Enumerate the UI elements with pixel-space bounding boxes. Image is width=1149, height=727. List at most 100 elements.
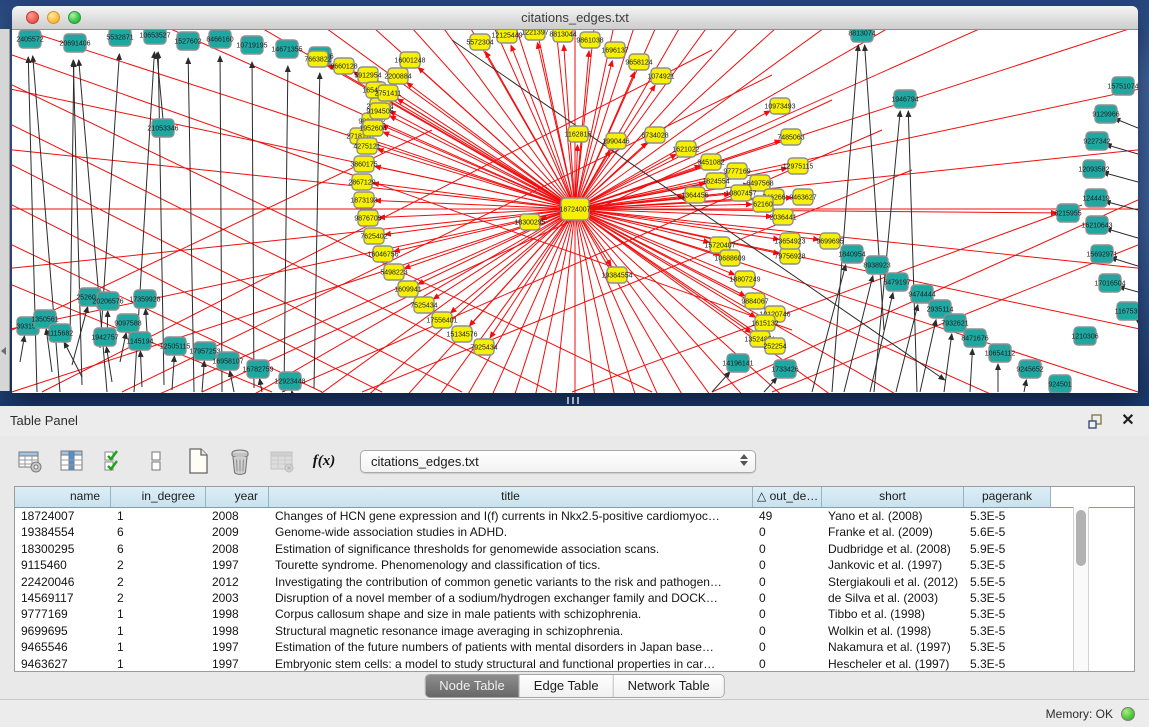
graph-node[interactable]: 252254 xyxy=(763,338,786,354)
show-column-button[interactable] xyxy=(58,446,86,476)
graph-node[interactable]: 6479197 xyxy=(883,273,910,291)
table-cell[interactable]: 5.3E-5 xyxy=(964,639,1051,655)
graph-node[interactable]: 1824554 xyxy=(702,173,729,189)
table-row[interactable]: 1938455462009Genome-wide association stu… xyxy=(15,524,1134,540)
graph-node[interactable]: 16958107 xyxy=(212,352,243,370)
graph-node[interactable]: 5572304 xyxy=(466,34,493,50)
graph-node[interactable]: 7663822 xyxy=(304,51,331,67)
table-cell[interactable]: 49 xyxy=(753,508,822,524)
graph-node[interactable]: 2036441 xyxy=(769,209,796,225)
graph-node[interactable]: 5912954 xyxy=(354,67,381,83)
graph-node[interactable]: 9884067 xyxy=(741,293,768,309)
graph-node[interactable]: 9451082 xyxy=(697,154,724,170)
graph-node[interactable]: 924501 xyxy=(1048,375,1071,393)
table-cell[interactable]: 5.5E-5 xyxy=(964,574,1051,590)
tab-network-table[interactable]: Network Table xyxy=(614,675,724,697)
graph-node[interactable]: 79756928 xyxy=(774,248,805,264)
graph-node[interactable]: 9097588 xyxy=(114,314,141,332)
graph-node[interactable]: 1145194 xyxy=(127,332,154,350)
graph-node[interactable]: 7485063 xyxy=(777,129,804,145)
graph-node[interactable]: 9245652 xyxy=(1016,360,1043,378)
graph-node[interactable]: 17016504 xyxy=(1094,274,1125,292)
table-cell[interactable]: Estimation of significance thresholds fo… xyxy=(269,541,753,557)
table-cell[interactable]: 2 xyxy=(111,574,206,590)
table-row[interactable]: 1872400712008Changes of HCN gene express… xyxy=(15,508,1134,524)
graph-node[interactable]: 1074921 xyxy=(647,68,674,84)
table-cell[interactable]: Yano et al. (2008) xyxy=(822,508,964,524)
table-cell[interactable]: 5.3E-5 xyxy=(964,623,1051,639)
graph-node[interactable]: 7525434 xyxy=(410,297,437,313)
table-cell[interactable]: Investigating the contribution of common… xyxy=(269,574,753,590)
graph-node[interactable]: 62160 xyxy=(753,196,773,212)
table-cell[interactable]: 1998 xyxy=(206,606,269,622)
table-cell[interactable]: Franke et al. (2009) xyxy=(822,524,964,540)
graph-node[interactable]: 1364456 xyxy=(681,187,708,203)
graph-node[interactable]: 1952604 xyxy=(359,120,386,136)
table-cell[interactable]: 5.9E-5 xyxy=(964,541,1051,557)
graph-node[interactable]: 16782759 xyxy=(242,360,273,378)
graph-node[interactable]: 9699695 xyxy=(816,233,843,249)
new-column-button[interactable] xyxy=(184,446,212,476)
table-cell[interactable]: 2008 xyxy=(206,508,269,524)
graph-node[interactable]: 1621022 xyxy=(672,141,699,157)
graph-node[interactable]: 1527602 xyxy=(174,32,201,50)
graph-node[interactable]: 1990446 xyxy=(602,133,629,149)
table-cell[interactable]: Changes of HCN gene expression and I(f) … xyxy=(269,508,753,524)
select-columns-button[interactable] xyxy=(100,446,128,476)
graph-node[interactable]: 20691406 xyxy=(59,34,90,52)
graph-node[interactable]: 1115682 xyxy=(47,324,73,342)
graph-node[interactable]: 9777169 xyxy=(723,163,750,179)
table-cell[interactable]: 14569117 xyxy=(15,590,111,606)
table-cell[interactable]: 9465546 xyxy=(15,639,111,655)
table-cell[interactable]: 5.3E-5 xyxy=(964,508,1051,524)
tab-node-table[interactable]: Node Table xyxy=(425,675,520,697)
float-panel-icon[interactable] xyxy=(1087,412,1105,430)
graph-node[interactable]: 16210643 xyxy=(1081,216,1112,234)
graph-node[interactable]: 17359928 xyxy=(129,290,160,308)
table-cell[interactable]: 1997 xyxy=(206,656,269,672)
function-builder-button[interactable]: f(x) xyxy=(310,446,338,476)
window-titlebar[interactable]: citations_edges.txt xyxy=(12,6,1138,30)
graph-node[interactable]: 5532871 xyxy=(106,30,133,46)
graph-node[interactable]: 1946794 xyxy=(891,90,918,108)
table-row[interactable]: 1830029562008Estimation of significance … xyxy=(15,541,1134,557)
table-cell[interactable]: 2009 xyxy=(206,524,269,540)
graph-node[interactable]: 10653527 xyxy=(139,30,170,44)
table-settings-button[interactable] xyxy=(16,446,44,476)
graph-node[interactable]: 1221397 xyxy=(521,30,548,40)
graph-node[interactable]: 18807249 xyxy=(729,271,760,287)
table-cell[interactable]: 18300295 xyxy=(15,541,111,557)
table-scrollbar[interactable] xyxy=(1073,507,1089,672)
graph-node[interactable]: 1210306 xyxy=(1071,327,1098,345)
graph-node[interactable]: 1840954 xyxy=(838,245,865,263)
graph-node[interactable]: 3860175 xyxy=(350,156,377,172)
graph-node[interactable]: 1609941 xyxy=(394,281,421,297)
table-cell[interactable]: Structural magnetic resonance image aver… xyxy=(269,623,753,639)
graph-node[interactable]: 14196141 xyxy=(722,354,753,372)
graph-node[interactable]: 1873193 xyxy=(350,192,377,208)
table-cell[interactable]: 1 xyxy=(111,623,206,639)
memory-status-indicator[interactable] xyxy=(1121,707,1135,721)
graph-node[interactable]: 14671355 xyxy=(271,40,302,58)
table-cell[interactable]: 9777169 xyxy=(15,606,111,622)
graph-node[interactable]: 10719195 xyxy=(236,36,267,54)
graph-node[interactable]: 9876709 xyxy=(354,210,381,226)
graph-node[interactable]: 9129966 xyxy=(1092,105,1119,123)
table-cell[interactable]: 9463627 xyxy=(15,656,111,672)
graph-node[interactable]: 1244419 xyxy=(1082,189,1109,207)
graph-node[interactable]: 1167531 xyxy=(1115,302,1138,320)
graph-node[interactable]: 7625402 xyxy=(360,228,387,244)
table-row[interactable]: 2242004622012Investigating the contribut… xyxy=(15,574,1134,590)
table-cell[interactable]: 1 xyxy=(111,606,206,622)
delete-column-button[interactable] xyxy=(226,446,254,476)
tab-edge-table[interactable]: Edge Table xyxy=(520,675,614,697)
table-cell[interactable]: 9115460 xyxy=(15,557,111,573)
graph-node[interactable]: 5498223 xyxy=(380,264,407,280)
table-cell[interactable]: 1998 xyxy=(206,623,269,639)
table-cell[interactable]: Disruption of a novel member of a sodium… xyxy=(269,590,753,606)
table-cell[interactable]: 5.3E-5 xyxy=(964,656,1051,672)
table-cell[interactable]: 0 xyxy=(753,574,822,590)
table-cell[interactable]: de Silva et al. (2003) xyxy=(822,590,964,606)
table-cell[interactable]: 2012 xyxy=(206,574,269,590)
graph-node[interactable]: 9861038 xyxy=(576,32,603,48)
